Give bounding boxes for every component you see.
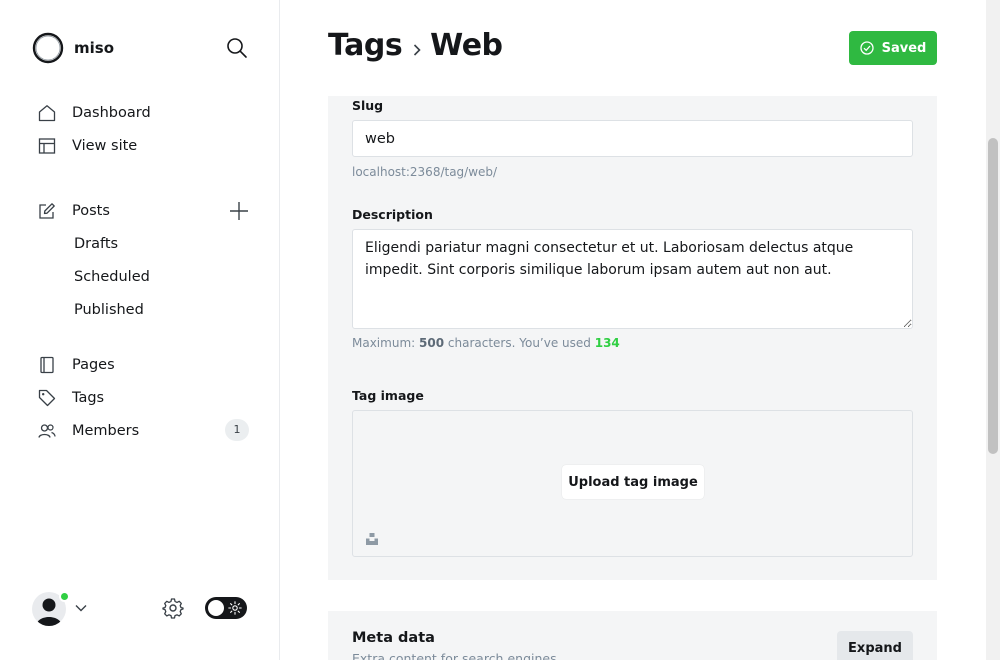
- slug-input[interactable]: [352, 120, 913, 157]
- members-icon: [38, 424, 56, 438]
- hint-mid: characters. You’ve used: [447, 336, 591, 350]
- sidebar-subitem-published[interactable]: Published: [74, 299, 144, 321]
- description-hint: Maximum: 500 characters. You’ve used 134: [352, 336, 620, 350]
- upload-tag-image-button[interactable]: Upload tag image: [562, 465, 704, 499]
- sidebar-item-label: Dashboard: [72, 105, 151, 121]
- sidebar-subitem-scheduled[interactable]: Scheduled: [74, 266, 150, 288]
- hint-max: 500: [419, 336, 445, 350]
- sidebar-item-label: Members: [72, 423, 140, 439]
- tag-image-label: Tag image: [352, 388, 424, 403]
- brand-name: miso: [74, 39, 115, 57]
- scrollbar-thumb[interactable]: [988, 138, 998, 454]
- expand-meta-button[interactable]: Expand: [837, 631, 913, 660]
- check-circle-icon: [859, 41, 874, 55]
- hint-used: 134: [594, 336, 620, 350]
- meta-data-panel: Meta data Extra content for search engin…: [328, 611, 937, 660]
- search-icon[interactable]: [226, 37, 248, 59]
- tag-image-dropzone[interactable]: Upload tag image: [352, 410, 913, 557]
- sidebar-item-label: View site: [72, 138, 138, 154]
- sidebar-item-posts[interactable]: Posts: [38, 199, 110, 223]
- sun-icon: [228, 601, 242, 615]
- slug-label: Slug: [352, 98, 384, 113]
- page-title: Web: [430, 28, 503, 63]
- theme-toggle[interactable]: [205, 597, 247, 619]
- add-post-icon[interactable]: [228, 200, 250, 222]
- user-menu-trigger[interactable]: [32, 591, 70, 626]
- edit-icon: [39, 203, 55, 219]
- brand-logo-icon: [32, 32, 64, 64]
- brand[interactable]: miso: [32, 32, 114, 64]
- meta-data-subtitle: Extra content for search engines: [352, 651, 557, 660]
- sidebar-item-dashboard[interactable]: Dashboard: [38, 101, 151, 125]
- page-icon: [40, 356, 54, 374]
- sidebar-item-tags[interactable]: Tags: [38, 386, 104, 410]
- members-count-badge: 1: [225, 419, 249, 441]
- chevron-down-icon[interactable]: [74, 601, 88, 615]
- description-textarea[interactable]: Eligendi pariatur magni consectetur et u…: [352, 229, 913, 329]
- tag-icon: [38, 389, 56, 407]
- sidebar-item-label: Tags: [72, 390, 105, 406]
- sidebar-subitem-drafts[interactable]: Drafts: [74, 233, 118, 255]
- hint-prefix: Maximum:: [352, 336, 416, 350]
- sidebar-item-pages[interactable]: Pages: [38, 353, 115, 377]
- sidebar-item-members[interactable]: Members: [38, 419, 139, 443]
- tag-settings-panel: Slug localhost:2368/tag/web/ Description…: [328, 96, 937, 580]
- sidebar-item-label: Posts: [72, 203, 110, 219]
- online-status-dot: [59, 591, 70, 602]
- layout-icon: [38, 138, 56, 154]
- unsplash-icon[interactable]: [365, 532, 379, 546]
- sidebar: miso Dashboard View site Posts Drafts Sc…: [0, 0, 280, 660]
- save-button[interactable]: Saved: [849, 31, 937, 65]
- sidebar-item-label: Pages: [72, 357, 115, 373]
- gear-icon[interactable]: [162, 597, 184, 619]
- description-label: Description: [352, 207, 433, 222]
- breadcrumb: Tags Web: [328, 28, 503, 63]
- page-scrollbar[interactable]: [986, 0, 1000, 660]
- breadcrumb-tags-link[interactable]: Tags: [328, 28, 403, 63]
- toggle-knob: [208, 600, 224, 616]
- meta-data-title: Meta data: [352, 630, 435, 646]
- slug-url-hint: localhost:2368/tag/web/: [352, 165, 498, 179]
- main-content: Tags Web Saved Slug localhost:2368/tag/w…: [280, 0, 986, 660]
- sidebar-item-view-site[interactable]: View site: [38, 134, 137, 158]
- home-icon: [38, 105, 56, 122]
- save-button-label: Saved: [881, 40, 927, 56]
- chevron-right-icon: [414, 43, 421, 56]
